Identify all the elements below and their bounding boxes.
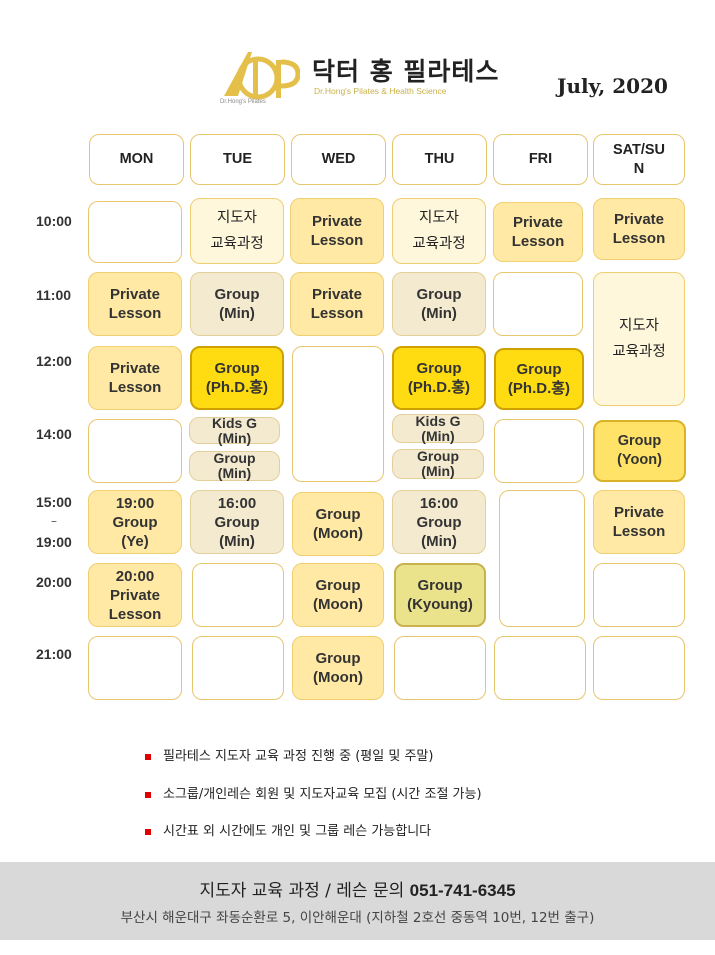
slot-fri-1000: Private Lesson <box>493 202 583 262</box>
slot-tue-1100: Group (Min) <box>190 272 284 336</box>
time-2100: 21:00 <box>36 646 72 662</box>
slot-thu-1500: 16:00 Group (Min) <box>392 490 486 554</box>
slot-mon-1200: Private Lesson <box>88 346 182 410</box>
note-text: 시간표 외 시간에도 개인 및 그룹 레슨 가능합니다 <box>163 824 432 839</box>
slot-wed-1500: Group (Moon) <box>292 492 384 556</box>
time-1900: 19:00 <box>36 534 72 550</box>
brand-name: 닥터 홍 필라테스 <box>312 57 500 86</box>
slot-thu-2000: Group (Kyoung) <box>394 563 486 627</box>
slot-mon-1000 <box>88 201 182 263</box>
slot-sat-1400: Group (Yoon) <box>593 420 686 482</box>
slot-tue-2000 <box>192 563 284 627</box>
day-header-tue: TUE <box>190 134 285 185</box>
slot-fri-1500-2000 <box>499 490 585 627</box>
logo: Dr.Hong's Pilates <box>218 44 301 106</box>
slot-thu-2100 <box>394 636 486 700</box>
bullet-icon <box>145 791 151 798</box>
note-item: 소그룹/개인레슨 회원 및 지도자교육 모집 (시간 조절 가능) <box>145 783 482 802</box>
slot-mon-2100 <box>88 636 182 700</box>
slot-tue-2100 <box>192 636 284 700</box>
slot-fri-2100 <box>494 636 586 700</box>
slot-sat-1100-1200: 지도자 교육과정 <box>593 272 685 406</box>
slot-thu-1200: Group (Ph.D.홍) <box>392 346 486 410</box>
slot-thu-1400-kids: Kids G (Min) <box>392 413 484 443</box>
note-item: 시간표 외 시간에도 개인 및 그룹 레슨 가능합니다 <box>145 820 431 839</box>
slot-wed-2100: Group (Moon) <box>292 636 384 700</box>
day-header-thu: THU <box>392 134 487 185</box>
slot-wed-1200-1400 <box>292 346 384 482</box>
slot-wed-2000: Group (Moon) <box>292 563 384 627</box>
slot-sat-2000 <box>593 563 685 627</box>
slot-tue-1400-group: Group (Min) <box>189 451 280 481</box>
address: 부산시 해운대구 좌동순환로 5, 이안해운대 (지하철 2호선 중동역 10번… <box>120 910 595 926</box>
brand-subtitle: Dr.Hong's Pilates & Health Science <box>314 86 447 96</box>
slot-thu-1400-group: Group (Min) <box>392 449 484 479</box>
slot-sat-1500: Private Lesson <box>593 490 685 554</box>
slot-fri-1100 <box>493 272 583 336</box>
footer: 지도자 교육 과정 / 레슨 문의 051-741-6345 부산시 해운대구 … <box>0 862 715 940</box>
slot-thu-1000: 지도자 교육과정 <box>392 198 486 264</box>
slot-sat-1000: Private Lesson <box>593 198 685 260</box>
slot-fri-1400 <box>494 419 584 483</box>
time-range-dash: – <box>51 514 57 528</box>
time-1100: 11:00 <box>36 287 72 303</box>
slot-tue-1500: 16:00 Group (Min) <box>190 490 284 554</box>
day-header-fri: FRI <box>493 134 588 185</box>
note-item: 필라테스 지도자 교육 과정 진행 중 (평일 및 주말) <box>145 745 433 764</box>
time-1500: 15:00 <box>36 494 72 510</box>
contact-line: 지도자 교육 과정 / 레슨 문의 051-741-6345 <box>0 876 715 901</box>
slot-fri-1200: Group (Ph.D.홍) <box>494 348 584 410</box>
slot-mon-1400 <box>88 419 182 483</box>
note-text: 필라테스 지도자 교육 과정 진행 중 (평일 및 주말) <box>163 749 434 764</box>
note-text: 소그룹/개인레슨 회원 및 지도자교육 모집 (시간 조절 가능) <box>163 787 482 802</box>
slot-tue-1000: 지도자 교육과정 <box>190 198 284 264</box>
slot-thu-1100: Group (Min) <box>392 272 486 336</box>
bullet-icon <box>145 828 151 835</box>
time-1200: 12:00 <box>36 353 72 369</box>
slot-tue-1200: Group (Ph.D.홍) <box>190 346 284 410</box>
logo-text: Dr.Hong's Pilates <box>220 99 266 105</box>
day-header-sat-sun: SAT/SU N <box>593 134 685 185</box>
time-1000: 10:00 <box>36 213 72 229</box>
contact-label: 지도자 교육 과정 / 레슨 문의 <box>199 881 405 901</box>
time-2000: 20:00 <box>36 574 72 590</box>
day-header-wed: WED <box>291 134 386 185</box>
slot-mon-1100: Private Lesson <box>88 272 182 336</box>
slot-wed-1100: Private Lesson <box>290 272 384 336</box>
slot-mon-2000: 20:00 Private Lesson <box>88 563 182 627</box>
slot-sat-2100 <box>593 636 685 700</box>
bullet-icon <box>145 753 151 760</box>
day-header-mon: MON <box>89 134 184 185</box>
slot-mon-1500: 19:00 Group (Ye) <box>88 490 182 554</box>
time-1400: 14:00 <box>36 426 72 442</box>
phone-number[interactable]: 051-741-6345 <box>410 881 516 900</box>
slot-tue-1400-kids: Kids G (Min) <box>189 415 280 445</box>
month-title: July, 2020 <box>557 74 668 98</box>
slot-wed-1000: Private Lesson <box>290 198 384 264</box>
